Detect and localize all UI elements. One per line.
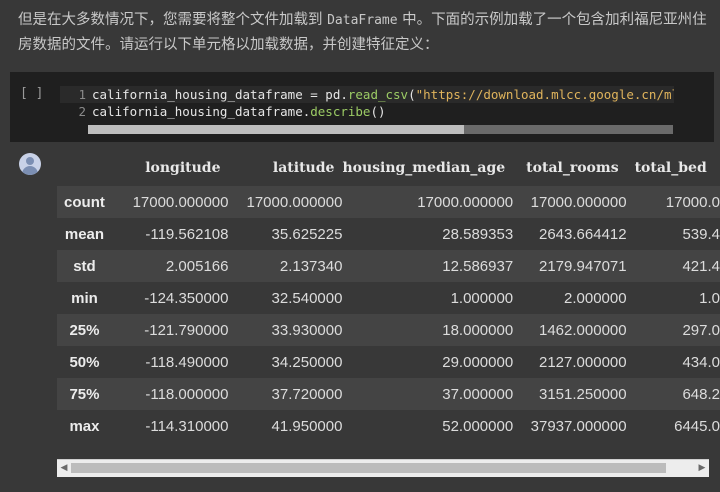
code-token: () bbox=[370, 104, 386, 119]
table-cell: 648.2 bbox=[682, 385, 720, 403]
code-line-2[interactable]: 2 california_housing_dataframe.describe() bbox=[60, 103, 674, 120]
table-cell: 434.0 bbox=[682, 353, 720, 371]
table-cell: 29.000000 bbox=[442, 353, 514, 371]
table-cell: -124.350000 bbox=[144, 289, 229, 307]
table-cell: 32.540000 bbox=[271, 289, 343, 307]
code-scrollbar-thumb[interactable] bbox=[88, 125, 464, 134]
output-scrollbar-thumb[interactable] bbox=[71, 463, 666, 473]
row-label: std bbox=[73, 257, 96, 275]
table-cell: 17000.000000 bbox=[417, 193, 514, 211]
table-cell: 28.589353 bbox=[442, 225, 514, 243]
code-token: describe bbox=[310, 104, 371, 119]
table-row: count 17000.000000 17000.000000 17000.00000… bbox=[57, 186, 720, 218]
table-cell: 41.950000 bbox=[271, 417, 343, 435]
table-cell: 18.000000 bbox=[442, 321, 514, 339]
line-number: 2 bbox=[78, 104, 86, 119]
table-cell: 33.930000 bbox=[271, 321, 343, 339]
run-cell-button[interactable]: [ ] bbox=[20, 86, 43, 101]
table-row: 50% -118.490000 34.250000 29.000000 2127.000… bbox=[57, 346, 720, 378]
column-header: total_rooms bbox=[526, 160, 619, 176]
code-token: california_housing_dataframe bbox=[92, 87, 303, 102]
code-token: ( bbox=[408, 87, 416, 102]
table-cell: 2179.947071 bbox=[539, 257, 627, 275]
column-header: total_bed bbox=[634, 160, 707, 176]
user-avatar-icon bbox=[19, 153, 41, 175]
table-cell: 17000.000000 bbox=[246, 193, 343, 211]
scroll-right-arrow-icon[interactable]: ▶ bbox=[695, 460, 709, 477]
table-cell: 34.250000 bbox=[271, 353, 343, 371]
table-cell: 1.0 bbox=[699, 289, 720, 307]
table-cell: 2.005166 bbox=[165, 257, 229, 275]
header-row: longitude latitude housing_median_age to… bbox=[57, 150, 720, 186]
code-token: "https://download.mlcc.google.cn/mledu bbox=[415, 87, 674, 102]
avatar-head-shape bbox=[26, 157, 34, 165]
table-cell: 37937.000000 bbox=[530, 417, 627, 435]
code-horizontal-scrollbar[interactable] bbox=[88, 125, 673, 134]
row-label: min bbox=[71, 289, 98, 307]
column-header: latitude bbox=[272, 160, 335, 176]
index-header bbox=[57, 150, 112, 186]
table-cell: 17000.000000 bbox=[530, 193, 627, 211]
table-cell: 297.0 bbox=[682, 321, 720, 339]
table-cell: -121.790000 bbox=[144, 321, 229, 339]
table-cell: 2.000000 bbox=[564, 289, 627, 307]
row-label: 25% bbox=[69, 321, 100, 339]
table-cell: 2643.664412 bbox=[539, 225, 627, 243]
intro-text-1: 但是在大多数情况下，您需要将整个文件加载到 bbox=[18, 12, 323, 28]
code-token: read_csv bbox=[347, 87, 409, 102]
table-cell: 2127.000000 bbox=[539, 353, 627, 371]
table-row: max -114.310000 41.950000 52.000000 37937.00… bbox=[57, 410, 720, 442]
table-cell: 12.586937 bbox=[442, 257, 514, 275]
table-cell: 35.625225 bbox=[271, 225, 343, 243]
avatar-body-shape bbox=[22, 166, 38, 175]
code-line-1[interactable]: 1 california_housing_dataframe = pd.read_… bbox=[60, 86, 674, 103]
intro-paragraph: 但是在大多数情况下，您需要将整个文件加载到 DataFrame 中。下面的示例加… bbox=[18, 8, 708, 57]
table-cell: 37.000000 bbox=[442, 385, 514, 403]
table-cell: -118.000000 bbox=[145, 385, 229, 403]
table-cell: 421.4 bbox=[682, 257, 720, 275]
output-horizontal-scrollbar[interactable]: ◀ ▶ bbox=[57, 459, 709, 477]
column-header: housing_median_age bbox=[342, 160, 506, 176]
table-cell: 17000.000000 bbox=[132, 193, 229, 211]
table-cell: 52.000000 bbox=[442, 417, 514, 435]
row-label: mean bbox=[64, 225, 105, 243]
table-cell: 37.720000 bbox=[271, 385, 343, 403]
output-dataframe: longitude latitude housing_median_age to… bbox=[57, 150, 720, 460]
table-row: 75% -118.000000 37.720000 37.000000 3151.250… bbox=[57, 378, 720, 410]
table-cell: 3151.250000 bbox=[539, 385, 627, 403]
scroll-left-arrow-icon[interactable]: ◀ bbox=[57, 460, 71, 477]
table-cell: 1462.000000 bbox=[539, 321, 627, 339]
table-cell: 17000.0 bbox=[665, 193, 720, 211]
row-label: 50% bbox=[69, 353, 100, 371]
line-number: 1 bbox=[78, 87, 86, 102]
table-row: min -124.350000 32.540000 1.000000 2.000000 1… bbox=[57, 282, 720, 314]
table-cell: 6445.0 bbox=[674, 417, 720, 435]
table-cell: -119.562108 bbox=[145, 225, 229, 243]
code-token: = pd. bbox=[302, 87, 348, 102]
table-row: 25% -121.790000 33.930000 18.000000 1462.000… bbox=[57, 314, 720, 346]
table-cell: -114.310000 bbox=[145, 417, 229, 435]
table-row: std 2.005166 2.137340 12.586937 2179.947071 4… bbox=[57, 250, 720, 282]
table-cell: 2.137340 bbox=[279, 257, 343, 275]
table-cell: -118.490000 bbox=[145, 353, 229, 371]
code-token: california_housing_dataframe. bbox=[92, 104, 311, 119]
column-header: longitude bbox=[145, 160, 221, 176]
table-row: mean -119.562108 35.625225 28.589353 2643.66… bbox=[57, 218, 720, 250]
table-cell: 1.000000 bbox=[450, 289, 514, 307]
table-cell: 539.4 bbox=[682, 225, 720, 243]
row-label: max bbox=[69, 417, 100, 435]
intro-code-term: DataFrame bbox=[327, 13, 398, 28]
row-label: count bbox=[64, 193, 105, 211]
row-label: 75% bbox=[69, 385, 100, 403]
describe-table: longitude latitude housing_median_age to… bbox=[57, 150, 720, 442]
